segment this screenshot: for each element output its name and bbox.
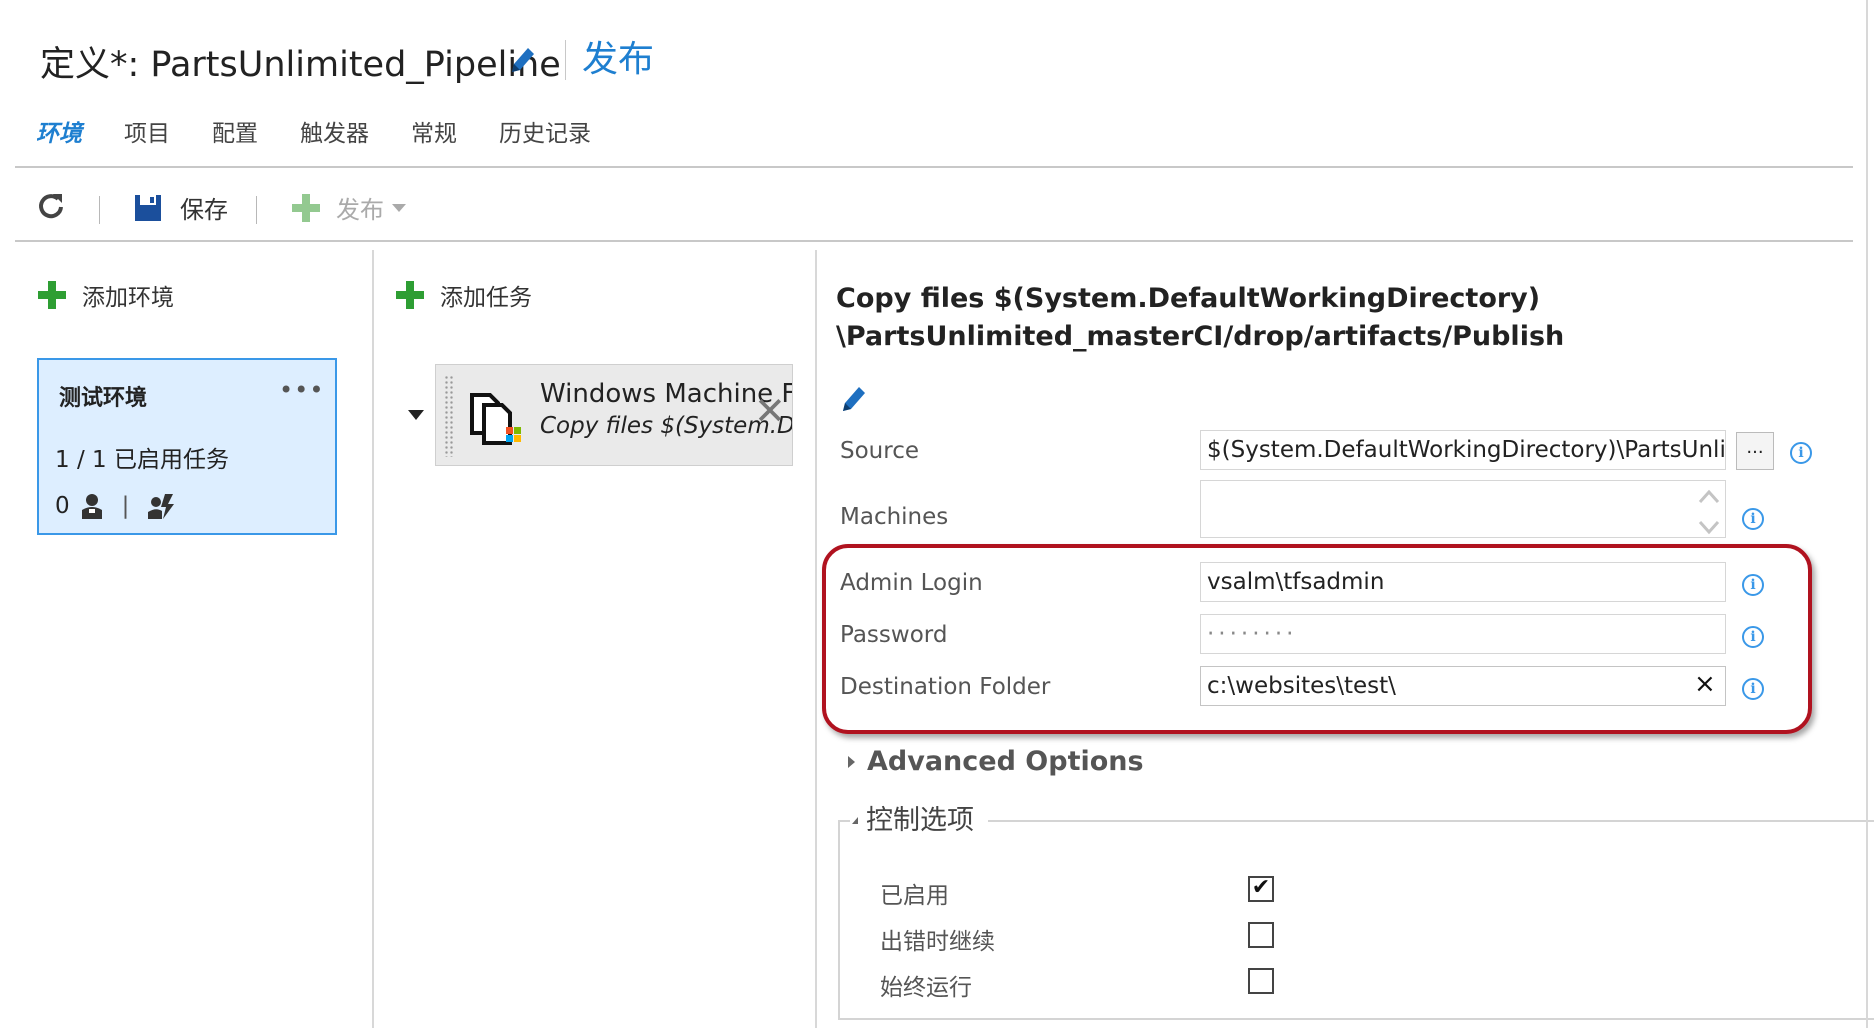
destination-folder-label: Destination Folder [840,674,1051,700]
tab-triggers[interactable]: 触发器 [300,114,369,148]
remove-task-icon[interactable]: ✕ [754,389,786,433]
collapse-caret-icon[interactable] [408,410,424,420]
tab-history[interactable]: 历史记录 [499,114,591,148]
source-label: Source [840,438,919,464]
release-dropdown-button[interactable]: 发布 [292,190,406,225]
chevron-down-icon [392,203,406,212]
toolbar-separator [99,196,100,224]
info-icon[interactable]: i [1790,442,1812,464]
admin-login-label: Admin Login [840,570,983,596]
tab-environments[interactable]: 环境 [36,114,82,148]
edit-pencil-icon[interactable] [840,382,870,414]
control-options-group [838,820,1874,1020]
password-label: Password [840,622,948,648]
drag-handle[interactable] [444,375,454,457]
advanced-options-toggle[interactable]: Advanced Options [848,746,1144,777]
plus-icon [292,193,320,222]
save-icon [135,194,161,221]
release-label: 发布 [336,196,384,224]
plus-icon [396,281,424,309]
admin-login-input[interactable]: vsalm\tfsadmin [1200,562,1726,602]
scroll-arrows-icon[interactable] [1698,488,1720,536]
window-edge [1866,0,1868,1028]
column-divider [815,250,817,1028]
machines-textarea[interactable] [1200,480,1726,538]
file-copy-icon [470,393,521,445]
column-divider [372,250,374,1028]
footer-separator: | [121,493,130,519]
title-divider [565,40,566,80]
save-label: 保存 [180,196,228,224]
tabs-divider [15,166,1853,168]
approvers-count: 0 [55,493,70,519]
environment-card[interactable]: 测试环境 ••• 1 / 1 已启用任务 0 | [37,358,337,535]
control-options-label: 控制选项 [866,805,974,836]
environment-footer: 0 | [55,492,175,520]
enabled-label: 已启用 [880,883,949,909]
continue-on-error-checkbox[interactable] [1248,922,1274,948]
chevron-right-icon [848,755,855,768]
environment-name: 测试环境 [59,386,148,411]
browse-button[interactable]: ... [1736,432,1774,470]
password-input[interactable]: ········ [1200,614,1726,654]
more-options-icon[interactable]: ••• [279,376,324,404]
page-title: 定义*: PartsUnlimited_Pipeline [40,45,561,85]
always-run-label: 始终运行 [880,975,972,1001]
info-icon[interactable]: i [1742,508,1764,530]
always-run-checkbox[interactable] [1248,968,1274,994]
tab-configuration[interactable]: 配置 [212,114,258,148]
deploy-agent-icon[interactable] [147,492,175,520]
task-item[interactable]: Windows Machine File Copy Copy files $(S… [435,364,793,466]
add-environment-button[interactable]: 添加环境 [38,278,174,312]
tab-general[interactable]: 常规 [411,114,457,148]
enabled-checkbox[interactable]: ✔ [1248,876,1274,902]
release-link[interactable]: 发布 [582,30,654,82]
add-task-button[interactable]: 添加任务 [396,278,532,312]
definition-tabs: 环境 项目 配置 触发器 常规 历史记录 [36,114,633,148]
destination-folder-input[interactable]: c:\websites\test\ [1200,666,1726,706]
save-button[interactable]: 保存 [134,190,228,225]
toolbar-separator [256,196,257,224]
advanced-options-label: Advanced Options [867,746,1144,777]
machines-label: Machines [840,504,949,530]
add-task-label: 添加任务 [440,285,532,311]
refresh-icon [39,194,63,219]
approver-icon[interactable] [80,493,104,519]
chevron-down-icon [852,817,858,824]
plus-icon [38,281,66,309]
task-detail-title-line2: \PartsUnlimited_masterCI/drop/artifacts/… [836,321,1565,352]
add-environment-label: 添加环境 [82,285,174,311]
info-icon[interactable]: i [1742,626,1764,648]
clear-input-icon[interactable]: × [1694,669,1716,699]
toolbar-divider [15,240,1853,242]
info-icon[interactable]: i [1742,574,1764,596]
tab-artifacts[interactable]: 项目 [124,114,170,148]
refresh-button[interactable] [36,190,66,220]
info-icon[interactable]: i [1742,678,1764,700]
continue-on-error-label: 出错时继续 [880,929,995,955]
edit-pencil-icon[interactable] [508,42,538,76]
task-detail-title: Copy files $(System.DefaultWorkingDirect… [836,280,1564,356]
task-detail-title-line1: Copy files $(System.DefaultWorkingDirect… [836,283,1541,314]
enabled-tasks-status: 1 / 1 已启用任务 [55,447,229,473]
control-options-toggle[interactable]: 控制选项 [850,798,988,837]
source-input[interactable]: $(System.DefaultWorkingDirectory)\PartsU… [1200,430,1726,470]
